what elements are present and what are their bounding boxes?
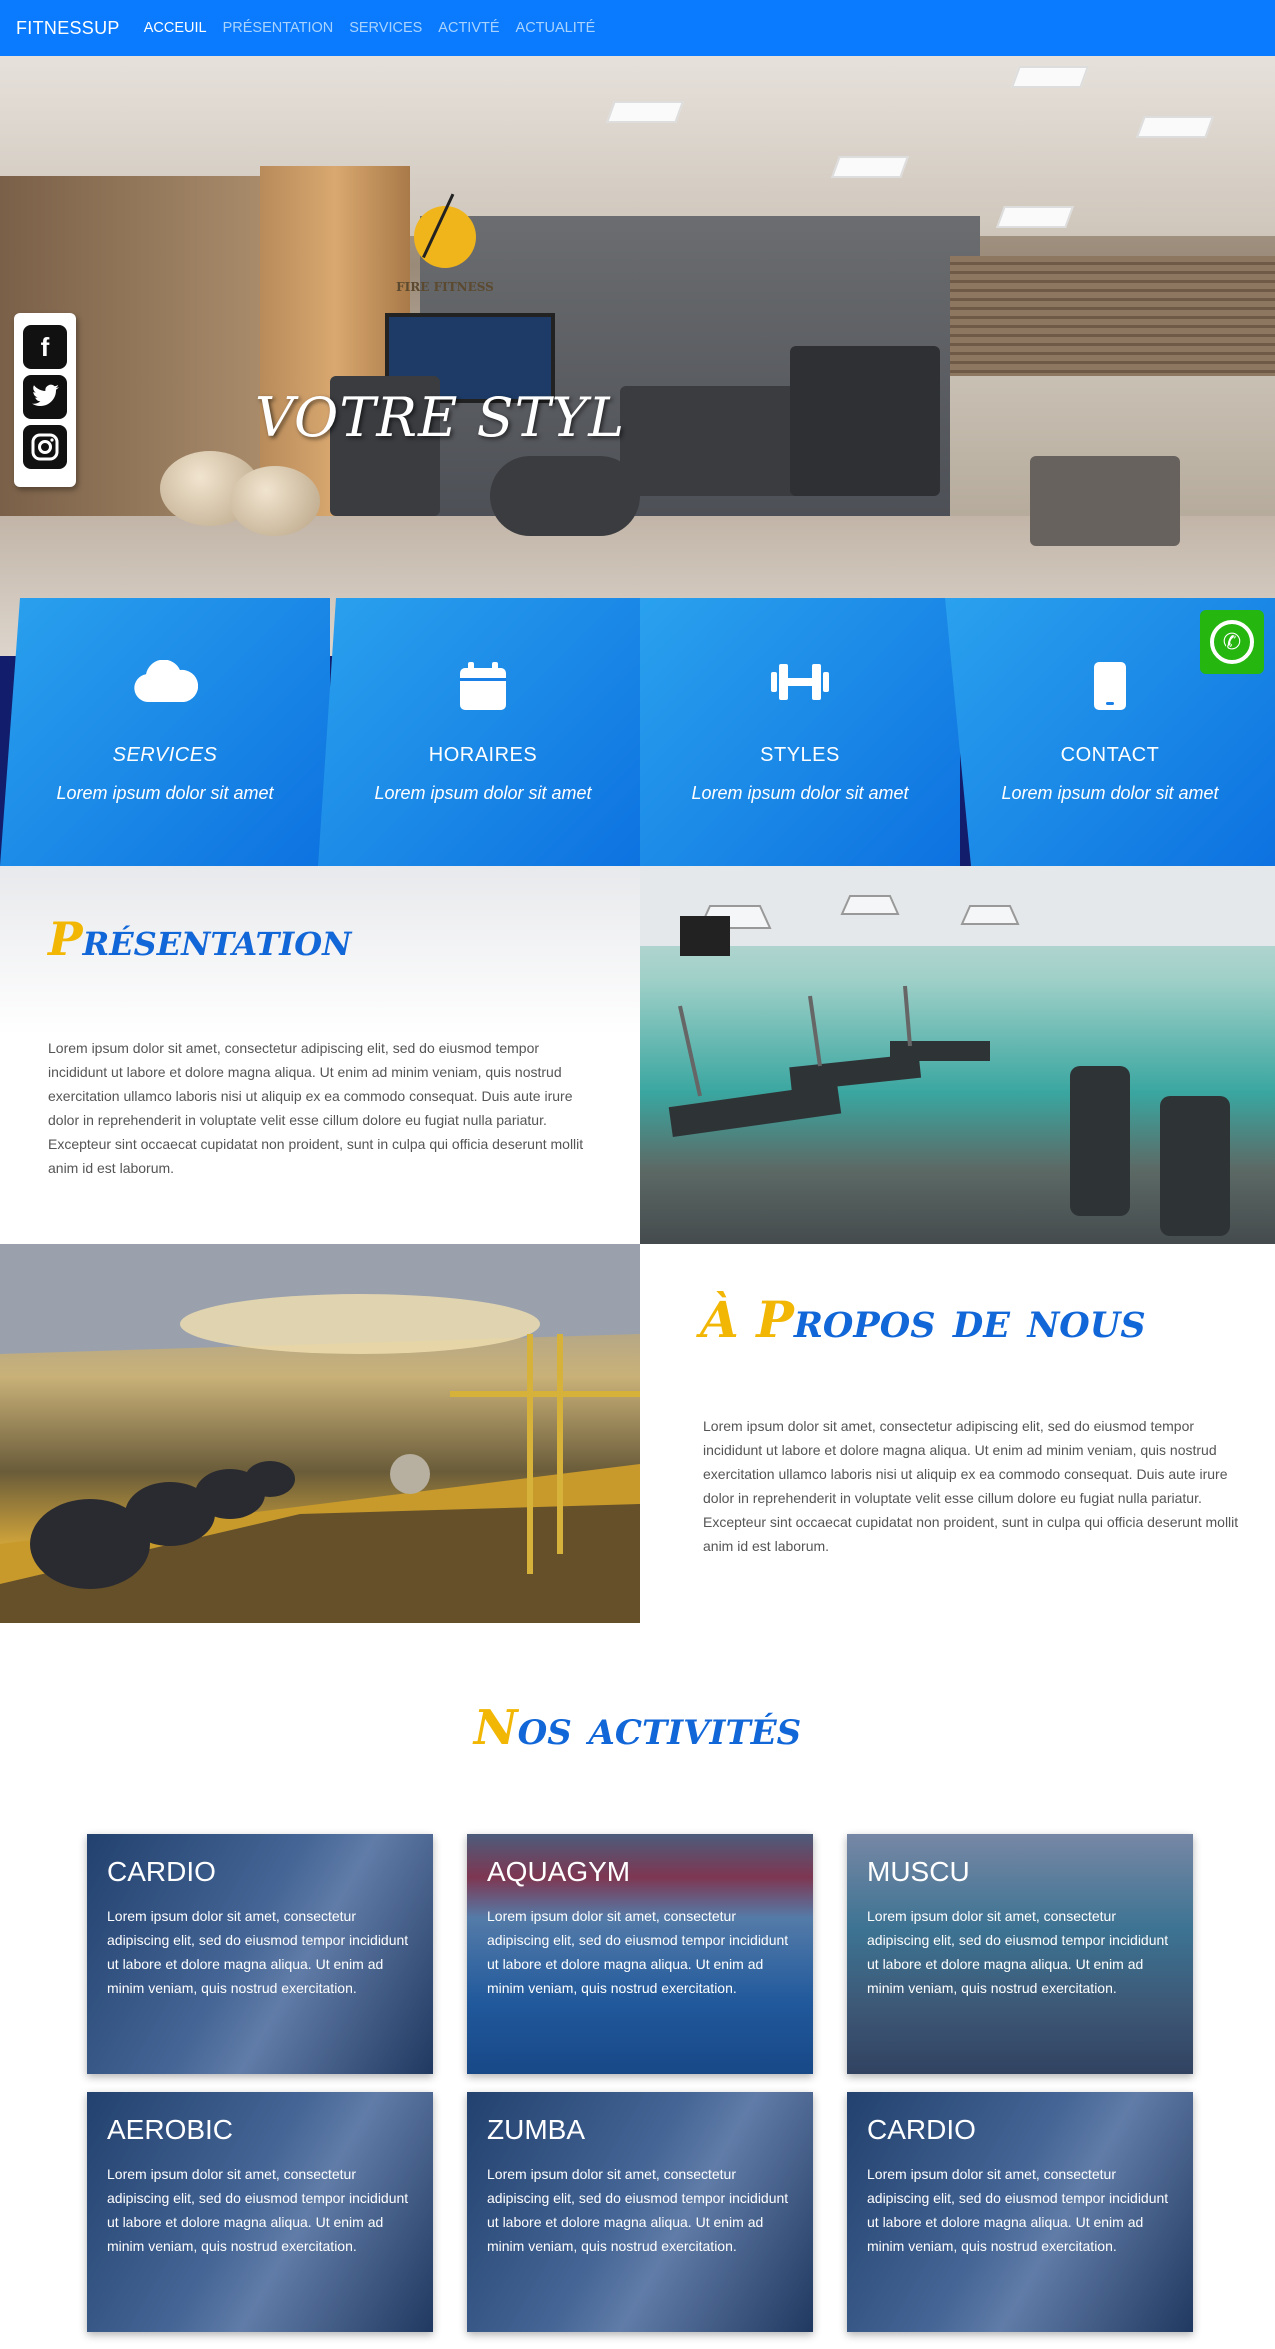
- whatsapp-button[interactable]: ✆: [1200, 610, 1264, 674]
- card-text: Lorem ipsum dolor sit amet, consectetur …: [867, 2166, 1169, 2254]
- hero-blinds: [950, 256, 1275, 376]
- about-title: À Propos de nous: [700, 1290, 1146, 1349]
- card-title: MUSCU: [867, 1856, 970, 1887]
- activity-card-aerobic[interactable]: AEROBIC Lorem ipsum dolor sit amet, cons…: [87, 2092, 433, 2332]
- dumbbell-icon: [640, 660, 960, 714]
- feature-services[interactable]: SERVICES Lorem ipsum dolor sit amet: [0, 598, 330, 866]
- feature-strip: SERVICES Lorem ipsum dolor sit amet HORA…: [0, 598, 1275, 866]
- instagram-icon[interactable]: [23, 425, 67, 469]
- activity-card-muscu[interactable]: MUSCU Lorem ipsum dolor sit amet, consec…: [847, 1834, 1193, 2074]
- title-rest: résentation: [82, 912, 352, 966]
- card-title: CARDIO: [867, 2114, 976, 2145]
- feature-text: Lorem ipsum dolor sit amet: [56, 783, 274, 803]
- logo-emblem: [414, 193, 476, 268]
- card-text: Lorem ipsum dolor sit amet, consectetur …: [487, 1908, 789, 1996]
- activity-card-aquagym[interactable]: AQUAGYM Lorem ipsum dolor sit amet, cons…: [467, 1834, 813, 2074]
- card-text: Lorem ipsum dolor sit amet, consectetur …: [867, 1908, 1169, 1996]
- ceiling-light: [1135, 116, 1215, 138]
- card-text: Lorem ipsum dolor sit amet, consectetur …: [107, 2166, 409, 2254]
- nav-link-actualite[interactable]: ACTUALITÉ: [516, 20, 596, 36]
- top-navbar: FITNESSUP ACCEUIL PRÉSENTATION SERVICES …: [0, 0, 1275, 56]
- title-initial: P: [48, 912, 83, 966]
- logo-text: FIRE FITNESS: [396, 280, 494, 294]
- feature-text: Lorem ipsum dolor sit amet: [691, 783, 909, 803]
- ceiling-light: [995, 206, 1075, 228]
- activity-card-zumba[interactable]: ZUMBA Lorem ipsum dolor sit amet, consec…: [467, 2092, 813, 2332]
- fire-fitness-logo: FIRE FITNESS: [395, 193, 495, 294]
- title-rest: ropos de nous: [793, 1290, 1146, 1349]
- hero-title: VOTRE STYL: [255, 386, 626, 449]
- card-title: ZUMBA: [487, 2114, 585, 2145]
- nav-link-activite[interactable]: ACTIVTÉ: [438, 20, 499, 36]
- social-bar: f: [14, 313, 76, 487]
- cloud-icon: [0, 659, 330, 714]
- gym-bench: [1030, 456, 1180, 546]
- hero-banner: FIRE FITNESS VOTRE STYL: [0, 56, 1275, 656]
- gym-treadmills-image: [640, 866, 1275, 1244]
- calendar-icon: [318, 660, 648, 714]
- nav-link-services[interactable]: SERVICES: [349, 20, 422, 36]
- ceiling-light: [1010, 66, 1090, 88]
- title-rest: os activités: [517, 1700, 802, 1756]
- feature-horaires[interactable]: HORAIRES Lorem ipsum dolor sit amet: [318, 598, 648, 866]
- card-title: CARDIO: [107, 1856, 216, 1887]
- title-initial: N: [473, 1700, 518, 1756]
- activity-card-cardio[interactable]: CARDIO Lorem ipsum dolor sit amet, conse…: [87, 1834, 433, 2074]
- presentation-text: Lorem ipsum dolor sit amet, consectetur …: [48, 1040, 584, 1176]
- feature-title: SERVICES: [112, 744, 218, 766]
- gym-machine: [490, 456, 640, 536]
- nav-link-presentation[interactable]: PRÉSENTATION: [223, 20, 334, 36]
- activities-title: Nos activités: [0, 1700, 1275, 1756]
- feature-text: Lorem ipsum dolor sit amet: [1001, 783, 1219, 803]
- card-title: AEROBIC: [107, 2114, 234, 2145]
- ceiling-light: [605, 101, 685, 123]
- gym-gold-image: [0, 1244, 640, 1623]
- nav-link-accueil[interactable]: ACCEUIL: [144, 20, 207, 36]
- feature-text: Lorem ipsum dolor sit amet: [374, 783, 592, 803]
- card-text: Lorem ipsum dolor sit amet, consectetur …: [487, 2166, 789, 2254]
- facebook-icon[interactable]: f: [23, 325, 67, 369]
- about-text: Lorem ipsum dolor sit amet, consectetur …: [703, 1418, 1239, 1554]
- title-initial: À P: [700, 1290, 794, 1349]
- feature-styles[interactable]: STYLES Lorem ipsum dolor sit amet: [640, 598, 960, 866]
- feature-title: CONTACT: [1060, 744, 1160, 766]
- gym-machine: [790, 346, 940, 496]
- activity-card-cardio-2[interactable]: CARDIO Lorem ipsum dolor sit amet, conse…: [847, 2092, 1193, 2332]
- brand-logo[interactable]: FITNESSUP: [16, 18, 120, 39]
- exercise-ball: [230, 466, 320, 536]
- ceiling-light: [830, 156, 910, 178]
- card-text: Lorem ipsum dolor sit amet, consectetur …: [107, 1908, 409, 1996]
- feature-title: STYLES: [760, 744, 840, 766]
- twitter-icon[interactable]: [23, 375, 67, 419]
- card-title: AQUAGYM: [487, 1856, 631, 1887]
- feature-title: HORAIRES: [428, 744, 538, 766]
- presentation-title: Présentation: [48, 912, 351, 966]
- whatsapp-icon: ✆: [1210, 620, 1254, 664]
